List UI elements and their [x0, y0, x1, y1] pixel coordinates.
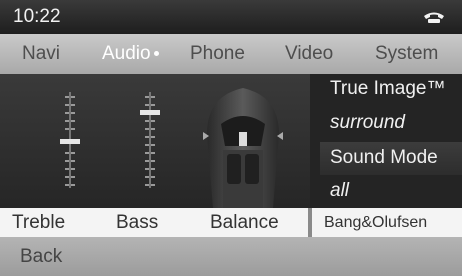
- menu-phone[interactable]: Phone: [190, 43, 245, 65]
- back-button[interactable]: Back: [20, 246, 62, 268]
- status-bar: 10:22: [0, 0, 462, 34]
- menu-navi[interactable]: Navi: [22, 43, 60, 65]
- bang-olufsen-button[interactable]: Bang&Olufsen: [324, 214, 427, 232]
- treble-button[interactable]: Treble: [12, 212, 65, 234]
- menu-system[interactable]: System: [375, 43, 438, 65]
- phone-handset-icon: [424, 12, 444, 23]
- true-image-value: surround: [330, 112, 405, 133]
- menu-video[interactable]: Video: [285, 43, 333, 65]
- menu-audio-label: Audio: [102, 43, 151, 64]
- active-indicator: [153, 51, 159, 57]
- clock: 10:22: [13, 6, 61, 27]
- bass-slider[interactable]: [135, 84, 165, 194]
- car-balance-icon[interactable]: [193, 74, 293, 208]
- back-bar: Back: [0, 237, 462, 276]
- sound-mode-label[interactable]: Sound Mode: [330, 147, 438, 169]
- bass-button[interactable]: Bass: [116, 212, 158, 234]
- sound-settings-panel: True Image™ surround Sound Mode all: [0, 74, 462, 208]
- bottom-bar: Treble Bass Balance Bang&Olufsen: [0, 208, 462, 237]
- sound-mode-value: all: [330, 180, 350, 201]
- sound-mode-panel: True Image™ surround Sound Mode all: [310, 74, 462, 208]
- divider: [308, 208, 312, 237]
- menu-audio[interactable]: Audio: [102, 43, 159, 65]
- balance-button[interactable]: Balance: [210, 212, 279, 234]
- treble-slider[interactable]: [55, 84, 85, 194]
- main-menu-bar: Navi Audio Phone Video System: [0, 34, 462, 74]
- true-image-label[interactable]: True Image™: [330, 78, 445, 100]
